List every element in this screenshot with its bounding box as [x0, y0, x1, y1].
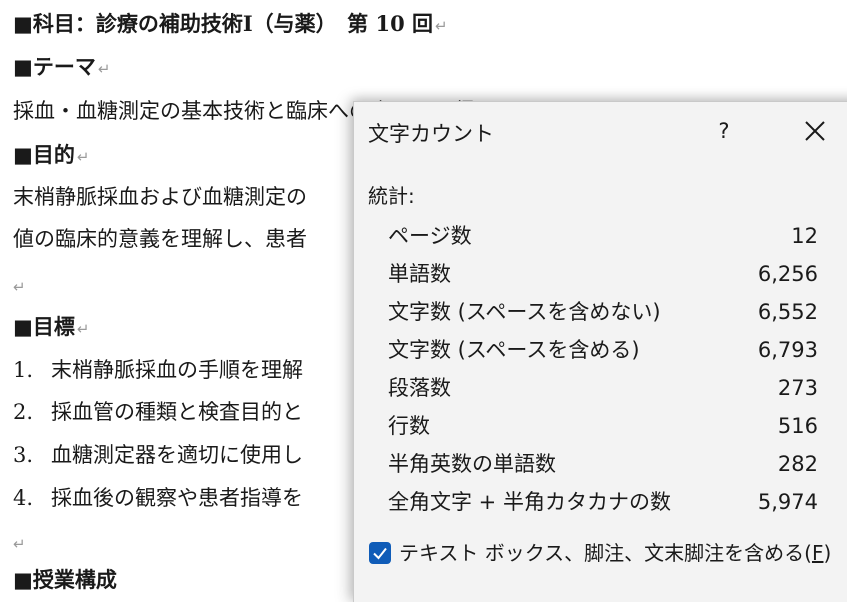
stat-label: 単語数 [388, 262, 451, 286]
stat-value: 282 [777, 452, 818, 476]
goals-heading-text: ■目標 [13, 314, 75, 339]
stat-value: 6,552 [757, 300, 818, 324]
checkbox-label: テキスト ボックス、脚注、文末脚注を含める( [399, 541, 812, 565]
paragraph-mark: ↵ [13, 278, 26, 296]
paragraph-mark: ↵ [97, 60, 111, 78]
paragraph-mark: ↵ [76, 148, 90, 166]
goal-text: 採血管の種類と検査目的と [51, 400, 303, 424]
word-count-dialog: 文字カウント ? 統計: ページ数 12 単語数 6,256 文字数 (スペース… [353, 101, 847, 602]
stat-label: 半角英数の単語数 [388, 452, 556, 476]
stat-row-chars-no-spaces: 文字数 (スペースを含めない) 6,552 [388, 294, 818, 330]
partial-heading: ■授業構成 [13, 567, 117, 592]
goal-text: 末梢静脈採血の手順を理解 [51, 358, 303, 382]
goal-number: 2. [13, 400, 34, 424]
stat-row-pages: ページ数 12 [388, 218, 818, 254]
goal-number: 3. [13, 443, 34, 467]
goal-item: 3. 血糖測定器を適切に使用し [13, 440, 303, 470]
help-button[interactable]: ? [711, 114, 737, 148]
goal-item: 4. 採血後の観察や患者指導を [13, 483, 303, 513]
stat-value: 12 [791, 224, 818, 248]
stat-label: 全角文字 + 半角カタカナの数 [388, 490, 671, 514]
goal-number: 1. [13, 358, 34, 382]
paragraph-mark: ↵ [435, 17, 448, 35]
stat-value: 5,974 [757, 490, 818, 514]
stat-row-paragraphs: 段落数 273 [388, 370, 818, 406]
checkbox-label-close: ) [823, 541, 832, 565]
purpose-line-2: 値の臨床的意義を理解し、患者 [13, 227, 307, 251]
stat-label: ページ数 [388, 224, 472, 248]
doc-title-text: ■科目：診療の補助技術Ⅰ（与薬） 第 10 回 [13, 11, 434, 36]
checkbox-accelerator: F [811, 541, 824, 565]
stat-value: 6,256 [757, 262, 818, 286]
theme-heading-text: ■テーマ [13, 54, 96, 79]
stat-value: 6,793 [757, 338, 818, 362]
purpose-heading: ■目的 ↵ [13, 140, 89, 172]
stat-label: 段落数 [388, 376, 451, 400]
close-icon [805, 121, 825, 141]
checkmark-icon [373, 547, 387, 560]
goal-item: 2. 採血管の種類と検査目的と [13, 397, 303, 427]
stat-label: 文字数 (スペースを含めない) [388, 300, 661, 324]
doc-title: ■科目：診療の補助技術Ⅰ（与薬） 第 10 回 ↵ [13, 9, 448, 41]
include-textboxes-checkbox[interactable]: テキスト ボックス、脚注、文末脚注を含める(F) [369, 538, 831, 568]
stat-row-halfwidth-words: 半角英数の単語数 282 [388, 446, 818, 482]
goal-text: 血糖測定器を適切に使用し [51, 443, 303, 467]
empty-paragraph: ↵ [13, 527, 26, 559]
empty-paragraph: ↵ [13, 270, 26, 302]
stat-label: 行数 [388, 414, 430, 438]
purpose-heading-text: ■目的 [13, 142, 75, 167]
goal-number: 4. [13, 486, 34, 510]
paragraph-mark: ↵ [13, 535, 26, 553]
stat-label: 文字数 (スペースを含める) [388, 338, 640, 362]
paragraph-mark: ↵ [76, 320, 90, 338]
stat-value: 516 [777, 414, 818, 438]
stat-value: 273 [777, 376, 818, 400]
goal-text: 採血後の観察や患者指導を [51, 486, 303, 510]
close-button[interactable] [800, 116, 830, 146]
dialog-title: 文字カウント [368, 122, 494, 146]
theme-heading: ■テーマ ↵ [13, 52, 110, 84]
stat-row-chars-with-spaces: 文字数 (スペースを含める) 6,793 [388, 332, 818, 368]
checkbox-checked-icon[interactable] [369, 542, 391, 564]
stat-row-fullwidth-chars: 全角文字 + 半角カタカナの数 5,974 [388, 484, 818, 520]
stat-row-words: 単語数 6,256 [388, 256, 818, 292]
stat-row-lines: 行数 516 [388, 408, 818, 444]
stats-label: 統計: [368, 184, 415, 208]
goals-heading: ■目標 ↵ [13, 312, 89, 344]
goal-item: 1. 末梢静脈採血の手順を理解 [13, 355, 303, 385]
purpose-line-1: 末梢静脈採血および血糖測定の [13, 185, 307, 209]
